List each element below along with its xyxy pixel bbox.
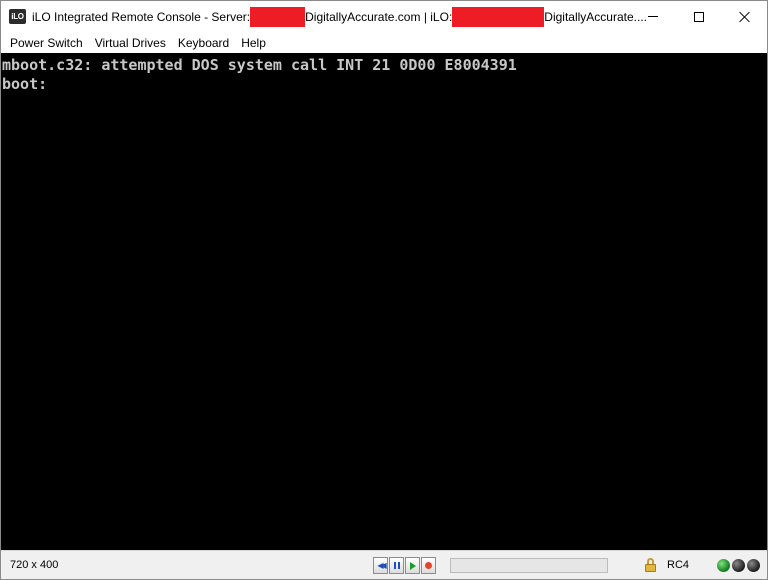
record-icon: [425, 562, 432, 569]
minimize-icon: [648, 16, 658, 17]
window-title: iLO Integrated Remote Console - Server: …: [32, 7, 647, 27]
lock-icon: [644, 558, 657, 572]
record-button[interactable]: [421, 557, 436, 574]
status-led: [717, 559, 730, 572]
playback-controls: ◀◀: [373, 557, 436, 574]
menu-power-switch[interactable]: Power Switch: [4, 34, 89, 52]
remote-console-window: iLO iLO Integrated Remote Console - Serv…: [0, 0, 768, 580]
close-icon: [739, 11, 751, 23]
rewind-button[interactable]: ◀◀: [373, 557, 388, 574]
close-button[interactable]: [722, 1, 768, 32]
redacted-server-name: [250, 7, 306, 27]
console-text: mboot.c32: attempted DOS system call INT…: [1, 53, 767, 94]
play-button[interactable]: [405, 557, 420, 574]
menu-bar: Power Switch Virtual Drives Keyboard Hel…: [1, 32, 767, 53]
status-led: [732, 559, 745, 572]
resolution-readout: 720 x 400: [10, 559, 59, 571]
maximize-icon: [694, 11, 704, 22]
console-screen[interactable]: mboot.c32: attempted DOS system call INT…: [1, 53, 767, 550]
app-icon-text: iLO: [11, 12, 24, 21]
pause-icon: [393, 562, 400, 569]
status-led: [747, 559, 760, 572]
menu-keyboard[interactable]: Keyboard: [172, 34, 235, 52]
menu-help[interactable]: Help: [235, 34, 272, 52]
title-middle: DigitallyAccurate.com | iLO:: [305, 10, 453, 24]
rewind-icon: ◀◀: [377, 561, 386, 570]
status-bar: 720 x 400 ◀◀ RC4: [1, 550, 767, 579]
console-line: mboot.c32: attempted DOS system call INT…: [2, 56, 517, 74]
console-line: boot:: [2, 75, 48, 93]
encryption-label: RC4: [667, 559, 690, 571]
pause-button[interactable]: [389, 557, 404, 574]
title-prefix: iLO Integrated Remote Console - Server:: [32, 10, 251, 24]
playback-progress-bar: [450, 558, 608, 573]
title-bar[interactable]: iLO iLO Integrated Remote Console - Serv…: [1, 1, 767, 32]
menu-virtual-drives[interactable]: Virtual Drives: [89, 34, 172, 52]
ilo-icon[interactable]: iLO: [9, 9, 26, 24]
minimize-button[interactable]: [630, 1, 676, 32]
redacted-ilo-name: [452, 7, 545, 27]
status-leds: [717, 559, 760, 572]
maximize-button[interactable]: [676, 1, 722, 32]
play-icon: [409, 561, 416, 570]
